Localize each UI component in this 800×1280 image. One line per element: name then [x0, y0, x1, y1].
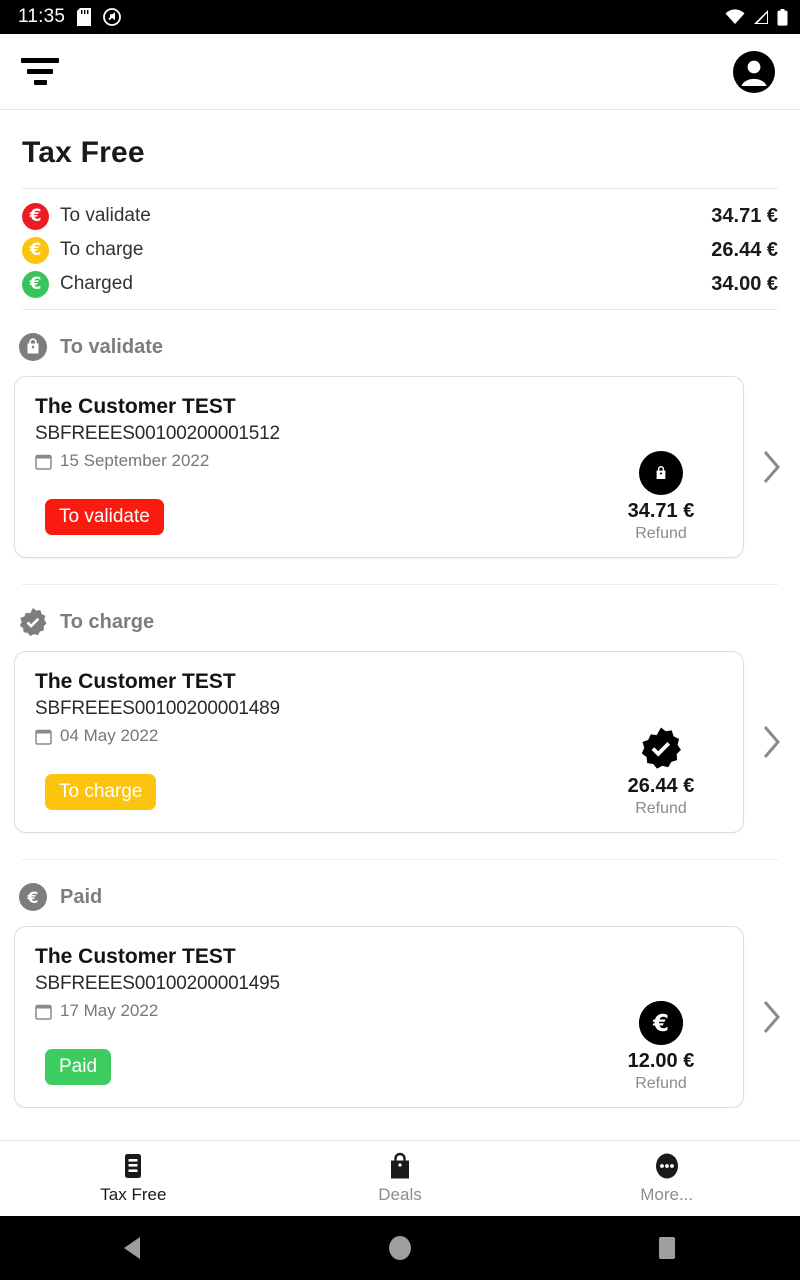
- nav-label: More...: [640, 1185, 694, 1204]
- status-bar-left: 11:35: [18, 6, 122, 28]
- reference-number: SBFREEES00100200001512: [35, 423, 280, 444]
- account-avatar-icon[interactable]: [732, 50, 776, 94]
- reference-number: SBFREEES00100200001489: [35, 698, 280, 719]
- tax-free-card[interactable]: The Customer TEST SBFREEES00100200001489…: [14, 651, 744, 833]
- refund-caption: Refund: [635, 800, 687, 817]
- status-badge: To charge: [45, 774, 157, 810]
- euro-icon: €: [639, 1001, 683, 1045]
- filter-bar-top: [21, 58, 59, 63]
- calendar-icon: [35, 454, 52, 470]
- date-text: 04 May 2022: [60, 726, 159, 745]
- section-label: Paid: [60, 885, 103, 908]
- bottom-navigation: Tax Free Deals More...: [0, 1140, 800, 1216]
- euro-icon: €: [22, 202, 49, 230]
- refund-amount-block: 34.71 € Refund: [601, 451, 721, 543]
- date-text: 17 May 2022: [60, 1001, 159, 1020]
- section-header-to-charge: To charge: [0, 585, 800, 651]
- summary-label: To charge: [60, 239, 144, 260]
- tax-free-card[interactable]: The Customer TEST SBFREEES00100200001512…: [14, 376, 744, 558]
- nav-tab-tax-free[interactable]: Tax Free: [0, 1152, 267, 1205]
- calendar-icon: [35, 1004, 52, 1020]
- battery-icon: [777, 8, 788, 26]
- summary-label: To validate: [60, 205, 151, 226]
- summary-row-charged: € Charged 34.00 €: [22, 267, 778, 301]
- wifi-icon: [725, 9, 745, 24]
- summary-amount: 34.00 €: [711, 272, 778, 295]
- euro-circle-icon: €: [19, 883, 47, 911]
- nav-tab-more[interactable]: More...: [533, 1152, 800, 1205]
- reference-number: SBFREEES00100200001495: [35, 973, 280, 994]
- summary-amount: 34.71 €: [711, 204, 778, 227]
- signal-icon: [754, 10, 768, 24]
- section-header-to-validate: To validate: [0, 310, 800, 376]
- card-row-to-validate[interactable]: The Customer TEST SBFREEES00100200001512…: [0, 376, 800, 558]
- shopping-bag-icon: [19, 333, 47, 361]
- mute-icon: [103, 8, 122, 26]
- svg-text:€: €: [652, 1011, 669, 1037]
- sd-card-icon: [77, 8, 92, 26]
- chevron-right-icon[interactable]: [744, 998, 800, 1036]
- refund-caption: Refund: [635, 1075, 687, 1092]
- summary-row-to-charge: € To charge 26.44 €: [22, 233, 778, 267]
- chevron-right-icon[interactable]: [744, 723, 800, 761]
- card-row-to-charge[interactable]: The Customer TEST SBFREEES00100200001489…: [0, 651, 800, 833]
- status-bar-clock: 11:35: [18, 6, 66, 27]
- summary-list: € To validate 34.71 € € To charge 26.44 …: [0, 189, 800, 309]
- summary-row-to-validate: € To validate 34.71 €: [22, 199, 778, 233]
- verified-badge-icon: [19, 608, 47, 637]
- tax-free-card[interactable]: The Customer TEST SBFREEES00100200001495…: [14, 926, 744, 1108]
- shopping-bag-icon: [391, 1152, 409, 1179]
- summary-amount: 26.44 €: [711, 238, 778, 261]
- refund-caption: Refund: [635, 525, 687, 542]
- nav-label: Deals: [378, 1185, 422, 1204]
- date-text: 15 September 2022: [60, 451, 210, 470]
- status-badge: To validate: [45, 499, 164, 535]
- customer-name: The Customer TEST: [35, 395, 236, 418]
- page-title: Tax Free: [22, 136, 145, 169]
- app-bar: [0, 34, 800, 110]
- customer-name: The Customer TEST: [35, 670, 236, 693]
- euro-icon: €: [22, 270, 49, 298]
- status-bar: 11:35: [0, 0, 800, 34]
- customer-name: The Customer TEST: [35, 945, 236, 968]
- status-bar-right: [725, 8, 788, 26]
- section-label: To charge: [60, 610, 155, 633]
- euro-icon: €: [22, 236, 49, 264]
- card-row-paid[interactable]: The Customer TEST SBFREEES00100200001495…: [0, 926, 800, 1108]
- chevron-right-icon[interactable]: [744, 448, 800, 486]
- status-badge: Paid: [45, 1049, 112, 1085]
- refund-amount-block: € 12.00 € Refund: [601, 1001, 721, 1093]
- svg-text:€: €: [26, 888, 38, 907]
- verified-badge-icon: [641, 727, 681, 769]
- refund-amount: 12.00 €: [627, 1050, 695, 1072]
- nav-tab-deals[interactable]: Deals: [267, 1152, 534, 1205]
- page-content: Tax Free € To validate 34.71 € € To char…: [0, 110, 800, 1108]
- home-circle-icon[interactable]: [340, 1234, 460, 1262]
- nav-label: Tax Free: [100, 1185, 167, 1204]
- more-dots-icon: [655, 1153, 678, 1179]
- filter-icon[interactable]: [20, 55, 60, 89]
- calendar-icon: [35, 729, 52, 745]
- refund-amount: 26.44 €: [627, 775, 695, 797]
- shopping-bag-icon: [639, 451, 683, 495]
- summary-label: Charged: [60, 273, 133, 294]
- recents-square-icon[interactable]: [607, 1235, 727, 1261]
- section-header-paid: € Paid: [0, 860, 800, 926]
- back-triangle-icon[interactable]: [73, 1235, 193, 1261]
- refund-amount: 34.71 €: [627, 500, 695, 522]
- system-navigation-bar: [0, 1216, 800, 1280]
- filter-bar-middle: [27, 69, 53, 74]
- receipt-icon: [125, 1154, 142, 1178]
- filter-bar-bottom: [33, 80, 47, 85]
- section-label: To validate: [60, 335, 163, 358]
- refund-amount-block: 26.44 € Refund: [601, 726, 721, 818]
